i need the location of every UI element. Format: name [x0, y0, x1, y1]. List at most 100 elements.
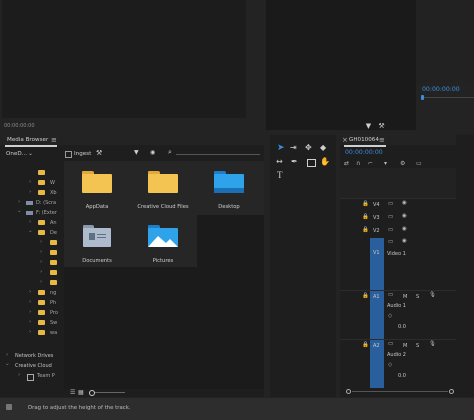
media-browser-tab[interactable]: Media Browser [7, 137, 48, 143]
eye-icon[interactable]: ◉ [402, 226, 407, 232]
marker-icon[interactable]: ▾ [384, 160, 387, 167]
eye-icon[interactable]: ◉ [402, 238, 407, 244]
razor-tool-icon[interactable]: ◆ [320, 143, 326, 152]
lock-icon[interactable]: 🔒 [362, 293, 369, 299]
filter-icon[interactable]: ▼ [364, 121, 373, 130]
hamburger-icon[interactable]: ≡ [379, 136, 385, 144]
file-tile[interactable]: Creative Cloud Files [132, 163, 194, 213]
tree-row[interactable]: › wa [0, 328, 64, 338]
tree-row[interactable]: › An [0, 218, 64, 228]
tree-row-team[interactable]: › Team P [0, 372, 64, 381]
tree-row[interactable]: › [0, 278, 64, 288]
list-view-icon[interactable]: ☰ [70, 389, 75, 396]
tree-row[interactable]: › [0, 258, 64, 268]
chevron-right-icon[interactable]: › [40, 279, 42, 285]
lock-icon[interactable]: 🔒 [362, 227, 369, 233]
selection-tool-icon[interactable]: ➤ [277, 143, 285, 153]
sync-icon[interactable]: ▭ [388, 201, 393, 207]
snap-icon[interactable]: ∩ [356, 160, 360, 167]
solo-button[interactable]: S [416, 294, 419, 300]
chevron-right-icon[interactable]: › [29, 189, 31, 195]
chevron-right-icon[interactable]: › [29, 329, 31, 335]
sync-icon[interactable]: ▭ [388, 214, 393, 220]
sync-icon[interactable]: ▭ [388, 341, 393, 347]
rectangle-tool-icon[interactable] [307, 159, 316, 167]
mute-button[interactable]: M [403, 294, 407, 300]
chevron-right-icon[interactable]: › [18, 199, 20, 205]
pen-tool-icon[interactable]: ✒ [291, 157, 298, 166]
file-tile[interactable]: Desktop [198, 163, 260, 213]
tree-row[interactable]: › Xb [0, 188, 64, 198]
chevron-right-icon[interactable]: › [29, 289, 31, 295]
chevron-right-icon[interactable]: › [29, 299, 31, 305]
zoom-slider-handle[interactable] [89, 390, 95, 396]
tree-row-creative-cloud[interactable]: ⌄ Creative Cloud [0, 361, 64, 371]
keyframe-icon[interactable]: ◇ [388, 313, 392, 319]
chevron-right-icon[interactable]: › [29, 309, 31, 315]
sequence-tab[interactable]: GH010064 [349, 137, 379, 143]
location-dropdown[interactable]: OneD... [6, 151, 27, 157]
tree-row[interactable]: › [0, 248, 64, 258]
tree-row[interactable]: › Ph [0, 298, 64, 308]
settings-icon[interactable]: ⚙ [400, 160, 405, 167]
view-toggle-icon[interactable]: ◉ [150, 149, 155, 156]
lock-icon[interactable]: 🔒 [362, 201, 369, 207]
tree-row[interactable]: › D: (Scra [0, 198, 64, 208]
playhead-marker[interactable] [421, 95, 424, 100]
sync-icon[interactable]: ▭ [388, 239, 393, 245]
tree-row[interactable]: ⌄ De [0, 228, 64, 238]
tree-row[interactable]: › [0, 238, 64, 248]
tree-row[interactable] [0, 168, 64, 178]
hand-tool-icon[interactable]: ✋ [320, 157, 330, 166]
eye-icon[interactable]: ◉ [402, 200, 407, 206]
chevron-right-icon[interactable]: › [40, 259, 42, 265]
wrench-icon[interactable]: ⚒ [96, 149, 102, 157]
sync-icon[interactable]: ▭ [388, 292, 393, 298]
chevron-down-icon[interactable]: ⌄ [17, 208, 22, 214]
volume-value[interactable]: 0.0 [398, 324, 406, 330]
track-select-icon[interactable]: ⇥ [290, 143, 297, 152]
volume-value[interactable]: 0.0 [398, 373, 406, 379]
tree-row[interactable]: › Sw [0, 318, 64, 328]
eye-icon[interactable]: ◉ [402, 213, 407, 219]
chevron-right-icon[interactable]: › [40, 249, 42, 255]
file-tile[interactable]: AppData [66, 163, 128, 213]
tree-row[interactable]: › ng [0, 288, 64, 298]
search-input[interactable] [176, 154, 260, 155]
chevron-down-icon[interactable]: ⌄ [5, 361, 10, 367]
ripple-edit-icon[interactable]: ✥ [305, 143, 312, 152]
filter-icon[interactable]: ▼ [134, 149, 139, 156]
nest-icon[interactable]: ⇄ [344, 160, 349, 167]
chevron-right-icon[interactable]: › [40, 269, 42, 275]
zoom-slider-track[interactable] [95, 392, 125, 393]
close-icon[interactable]: × [342, 136, 348, 144]
lock-icon[interactable]: 🔒 [362, 214, 369, 220]
track-target[interactable] [370, 238, 384, 290]
slip-tool-icon[interactable]: ↔ [276, 157, 283, 166]
tree-row-network[interactable]: › Network Drives [0, 352, 64, 361]
lock-icon[interactable]: 🔒 [362, 342, 369, 348]
timeline-scrollbar[interactable] [346, 389, 454, 394]
wrench-icon[interactable]: ⚒ [377, 121, 386, 130]
file-tile[interactable]: Pictures [132, 217, 194, 267]
tree-row[interactable]: › W [0, 178, 64, 188]
chevron-down-icon[interactable]: ⌄ [28, 150, 33, 157]
chevron-down-icon[interactable]: ⌄ [28, 228, 33, 234]
search-icon[interactable]: ⌕ [168, 148, 172, 157]
chevron-right-icon[interactable]: › [6, 352, 8, 358]
file-tile[interactable]: Documents [66, 217, 128, 267]
chevron-right-icon[interactable]: › [29, 179, 31, 185]
type-tool-icon[interactable]: T [277, 170, 283, 180]
mic-icon[interactable]: 🎙 [429, 292, 436, 298]
ingest-checkbox[interactable] [65, 151, 72, 158]
mute-button[interactable]: M [403, 343, 407, 349]
captions-icon[interactable]: ▭ [416, 160, 422, 167]
tree-row[interactable]: ⌄ F: (Exter [0, 208, 64, 218]
scroll-handle[interactable] [449, 389, 454, 394]
grid-view-icon[interactable]: ▦ [78, 389, 84, 396]
tree-row[interactable]: › [0, 268, 64, 278]
solo-button[interactable]: S [416, 343, 419, 349]
scroll-handle[interactable] [346, 389, 351, 394]
keyframe-icon[interactable]: ◇ [388, 362, 392, 368]
chevron-right-icon[interactable]: › [18, 372, 20, 378]
